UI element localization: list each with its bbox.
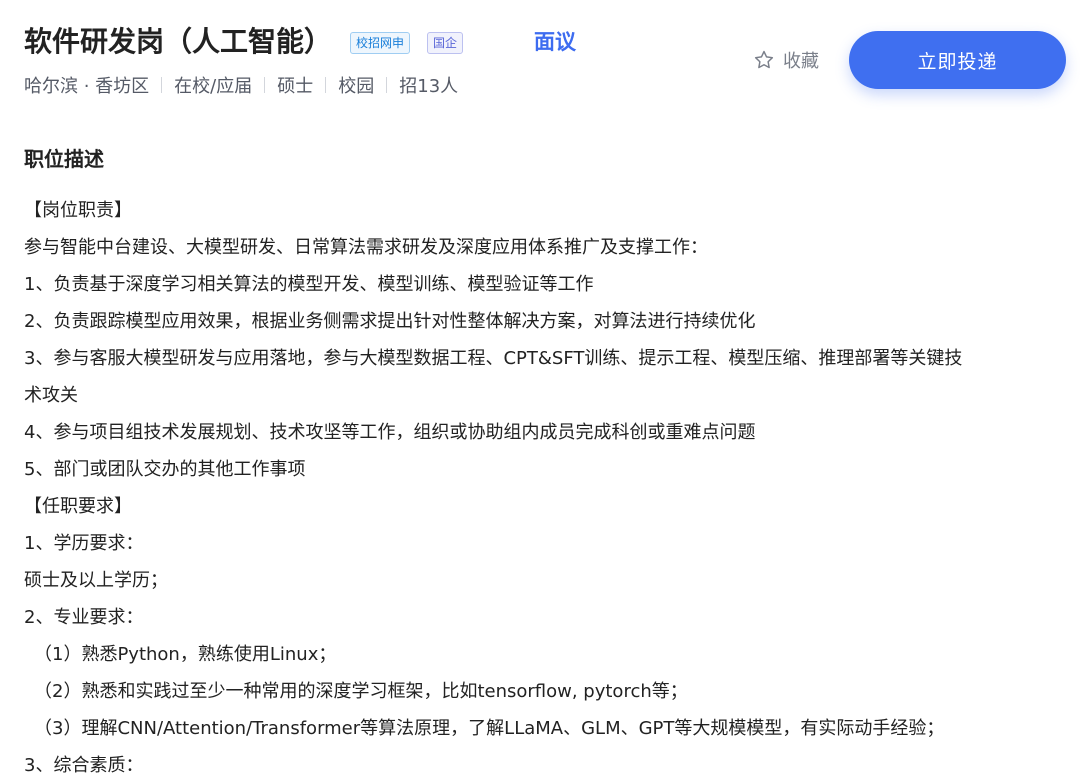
job-description: 【岗位职责】 参与智能中台建设、大模型研发、日常算法需求研发及深度应用体系推广及… [24,192,1074,784]
description-line: 2、负责跟踪模型应用效果，根据业务侧需求提出针对性整体解决方案，对算法进行持续优… [24,311,756,332]
description-line: （3）理解CNN/Attention/Transformer等算法原理，了解LL… [34,718,945,739]
description-line: 3、综合素质： [24,755,144,776]
meta-type: 校园 [338,76,375,97]
description-line: 5、部门或团队交办的其他工作事项 [24,459,306,480]
description-line: 4、参与项目组技术发展规划、技术攻坚等工作，组织或协助组内成员完成科创或重难点问… [24,422,756,443]
meta-divider [264,77,266,93]
salary: 面议 [534,30,576,54]
star-outline-icon [754,50,774,69]
tag-state-owned: 国企 [427,32,464,54]
job-meta: 哈尔滨 · 香坊区 在校/应届 硕士 校园 招13人 [24,71,458,99]
description-line: 1、负责基于深度学习相关算法的模型开发、模型训练、模型验证等工作 [24,274,594,295]
description-line: 术攻关 [24,385,78,406]
job-title: 软件研发岗（人工智能） [24,25,333,58]
favorite-label: 收藏 [783,51,819,72]
description-line: 1、学历要求： [24,533,144,554]
description-line: （1）熟悉Python，熟练使用Linux； [34,644,337,665]
description-line: （2）熟悉和实践过至少一种常用的深度学习框架，比如tensorflow, pyt… [34,681,688,702]
apply-button[interactable]: 立即投递 [849,31,1066,89]
meta-location: 哈尔滨 · 香坊区 [24,76,150,97]
job-detail-page: 软件研发岗（人工智能） 校招网申 国企 面议 哈尔滨 · 香坊区 在校/应届 硕… [0,0,1080,784]
description-line: 2、专业要求： [24,607,144,628]
meta-headcount: 招13人 [399,76,459,97]
meta-divider [325,77,327,93]
description-line: 【任职要求】 [24,496,132,517]
description-line: 3、参与客服大模型研发与应用落地，参与大模型数据工程、CPT&SFT训练、提示工… [24,348,963,369]
meta-divider [161,77,163,93]
tag-campus-apply: 校招网申 [350,32,411,54]
meta-divider [386,77,388,93]
section-heading-description: 职位描述 [24,147,104,171]
meta-status: 在校/应届 [174,76,253,97]
description-line: 参与智能中台建设、大模型研发、日常算法需求研发及深度应用体系推广及支撑工作： [24,237,708,258]
description-line: 硕士及以上学历； [24,570,168,591]
description-line: 【岗位职责】 [24,200,132,221]
favorite-button[interactable]: 收藏 [753,46,819,74]
meta-degree: 硕士 [277,76,314,97]
